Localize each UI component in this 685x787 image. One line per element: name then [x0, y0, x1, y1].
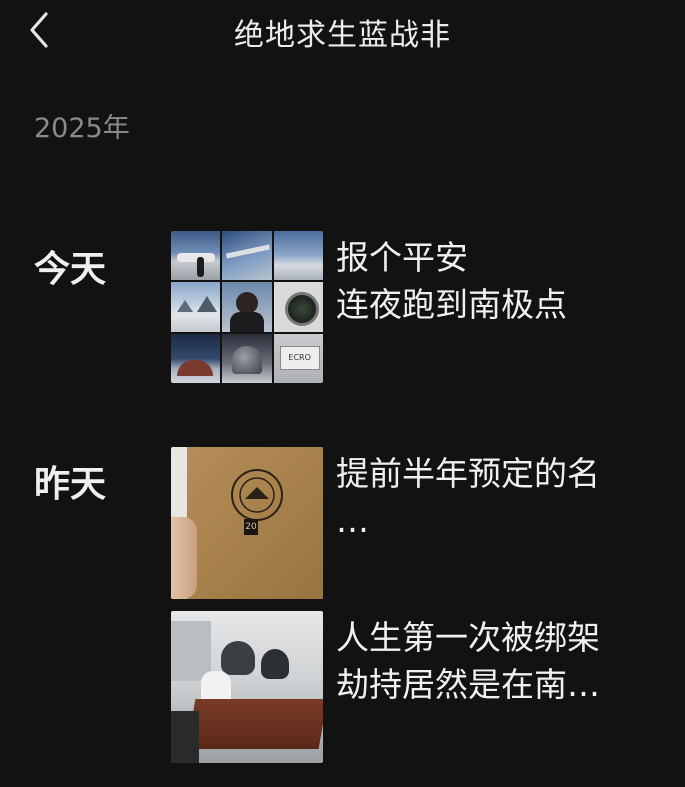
photo-mountains [171, 282, 221, 332]
photo-airplane-person [171, 231, 221, 281]
photo-watch [273, 282, 323, 332]
post-thumbnail-grid[interactable]: ECRO [171, 231, 323, 383]
post-caption[interactable]: 提前半年预定的名 … [336, 450, 666, 544]
photo-sky-ice [273, 231, 323, 281]
photo-book: 20 [171, 447, 323, 599]
post-caption[interactable]: 人生第一次被绑架 劫持居然是在南… [336, 614, 666, 708]
post-caption-line-1: 人生第一次被绑架 [336, 618, 600, 657]
photo-selfie [222, 282, 272, 332]
post-caption-line-2: 劫持居然是在南… [336, 665, 600, 704]
post-caption[interactable]: 报个平安 连夜跑到南极点 [336, 234, 666, 328]
post-thumbnail-meeting[interactable] [171, 611, 323, 763]
day-label-today: 今天 [34, 249, 107, 290]
photo-grid: ECRO [171, 231, 323, 383]
post-caption-line-2: … [336, 501, 369, 540]
post-caption-line-2: 连夜跑到南极点 [336, 285, 567, 324]
hand [171, 517, 197, 599]
photo-sign: ECRO [273, 333, 323, 383]
day-label-yesterday: 昨天 [34, 464, 107, 505]
photo-dome-tent [171, 333, 221, 383]
photo-meeting-room [171, 611, 323, 763]
page-title: 绝地求生蓝战非 [234, 18, 451, 53]
post-caption-line-1: 报个平安 [336, 238, 468, 277]
photo-plane-wing [222, 231, 272, 281]
top-bar: 绝地求生蓝战非 [0, 0, 685, 60]
book-badge: 20 [244, 519, 258, 535]
photo-dome-night [222, 333, 272, 383]
post-caption-line-1: 提前半年预定的名 [336, 454, 600, 493]
post-thumbnail-book[interactable]: 20 [171, 447, 323, 599]
year-label: 2025年 [34, 113, 130, 144]
emblem-icon [231, 469, 283, 521]
